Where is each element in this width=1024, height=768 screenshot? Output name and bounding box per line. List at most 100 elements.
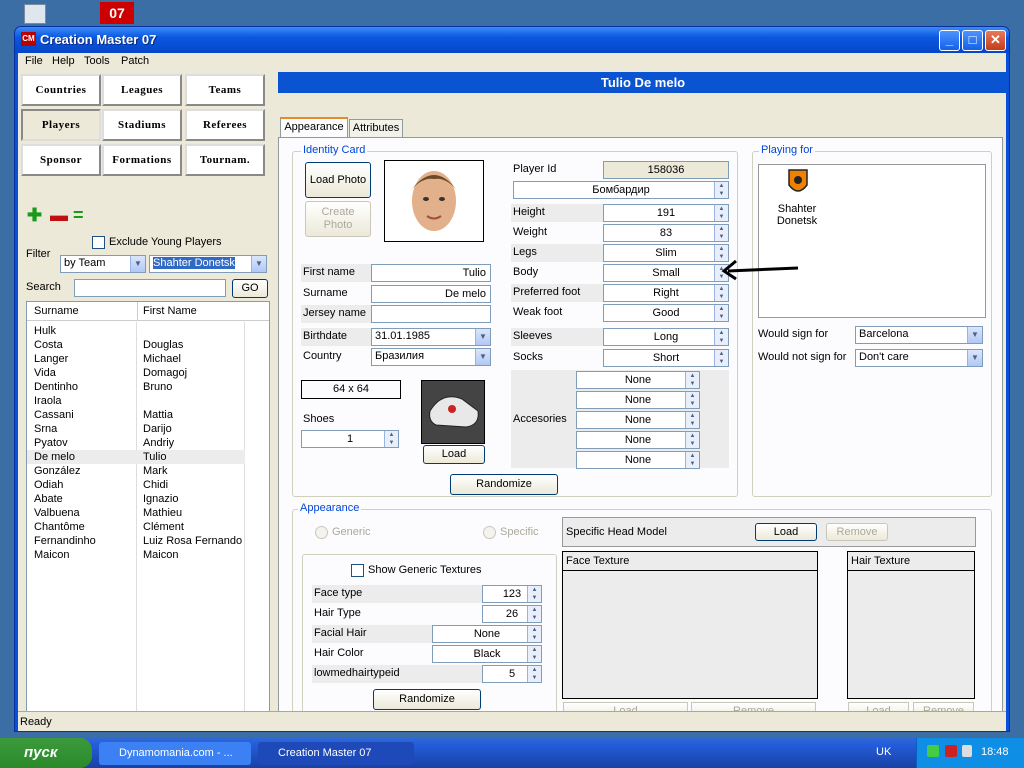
column-first-name[interactable]: First Name [137, 302, 197, 321]
spinner-icon[interactable]: ▲ ▼ [714, 329, 728, 345]
copy-icon[interactable]: = [73, 205, 84, 226]
load-head-button[interactable]: Load [755, 523, 817, 541]
volume-icon[interactable] [962, 745, 972, 757]
club-crest-icon[interactable] [787, 167, 809, 197]
list-item[interactable]: Abate Ignazio [27, 492, 245, 506]
attr-stepper[interactable]: 191 ▲ ▼ [603, 204, 729, 222]
team-select[interactable]: Shahter Donetsk ▼ [149, 255, 267, 273]
spinner-icon[interactable]: ▲ ▼ [685, 412, 699, 428]
spinner-icon[interactable]: ▲ ▼ [714, 305, 728, 321]
filter-type-select[interactable]: by Team ▼ [60, 255, 146, 273]
chevron-down-icon[interactable]: ▼ [475, 329, 490, 345]
nav-teams[interactable]: Teams [185, 74, 265, 106]
club-name[interactable]: Shahter Donetsk [774, 203, 820, 227]
column-surname[interactable]: Surname [34, 302, 79, 321]
chevron-down-icon[interactable]: ▼ [251, 256, 266, 272]
spinner-icon[interactable]: ▲ ▼ [527, 586, 541, 602]
spinner-icon[interactable]: ▲ ▼ [714, 350, 728, 366]
search-input[interactable] [74, 279, 226, 297]
remove-head-button[interactable]: Remove [826, 523, 888, 541]
title-bar[interactable]: CM Creation Master 07 _ □ ✕ [15, 27, 1009, 53]
taskbar-item-browser[interactable]: Dynamomania.com - ... [99, 742, 251, 765]
list-item[interactable]: Iraola [27, 394, 245, 408]
nav-tournaments[interactable]: Tournam. [185, 144, 265, 176]
appearance-stepper[interactable]: 26 ▲ ▼ [482, 605, 542, 623]
start-button[interactable]: пуск [0, 738, 92, 768]
nav-players[interactable]: Players [21, 109, 101, 141]
socks-stepper[interactable]: Short ▲ ▼ [603, 349, 729, 367]
spinner-icon[interactable]: ▲ ▼ [527, 666, 541, 682]
player-list[interactable]: Surname First Name Hulk Costa Douglas Lange… [26, 301, 270, 729]
list-item[interactable]: Vida Domagoj [27, 366, 245, 380]
birthdate-picker[interactable]: 31.01.1985 ▼ [371, 328, 491, 346]
attr-stepper[interactable]: Small ▲ ▼ [603, 264, 729, 282]
appearance-randomize-button[interactable]: Randomize [373, 689, 481, 710]
spinner-icon[interactable]: ▲ ▼ [714, 225, 728, 241]
appearance-stepper[interactable]: Black ▲ ▼ [432, 645, 542, 663]
would-sign-select[interactable]: Barcelona ▼ [855, 326, 983, 344]
spinner-icon[interactable]: ▲ ▼ [685, 452, 699, 468]
menu-patch[interactable]: Patch [121, 55, 149, 67]
would-not-sign-select[interactable]: Don't care ▼ [855, 349, 983, 367]
tab-attributes[interactable]: Attributes [349, 119, 403, 137]
list-item[interactable]: Costa Douglas [27, 338, 245, 352]
generic-radio[interactable] [315, 526, 328, 539]
clock[interactable]: 18:48 [981, 746, 1009, 758]
spinner-icon[interactable]: ▲ ▼ [714, 285, 728, 301]
spinner-icon[interactable]: ▲ ▼ [527, 626, 541, 642]
go-button[interactable]: GO [232, 279, 268, 298]
create-photo-button[interactable]: Create Photo [305, 201, 371, 237]
list-item[interactable]: Cassani Mattia [27, 408, 245, 422]
minimize-button[interactable]: _ [939, 30, 960, 51]
list-item[interactable]: Hulk [27, 324, 245, 338]
list-item[interactable]: Pyatov Andriy [27, 436, 245, 450]
add-icon[interactable]: ✚ [27, 205, 42, 226]
nav-countries[interactable]: Countries [21, 74, 101, 106]
nav-referees[interactable]: Referees [185, 109, 265, 141]
appearance-stepper[interactable]: None ▲ ▼ [432, 625, 542, 643]
specific-radio[interactable] [483, 526, 496, 539]
list-item[interactable]: Chantôme Clément [27, 520, 245, 534]
nav-formations[interactable]: Formations [102, 144, 182, 176]
load-photo-button[interactable]: Load Photo [305, 162, 371, 198]
remove-icon[interactable]: ▬ [50, 205, 68, 226]
shoes-stepper[interactable]: 1 ▲ ▼ [301, 430, 399, 448]
list-item[interactable]: Fernandinho Luiz Rosa Fernando [27, 534, 245, 548]
appearance-stepper[interactable]: 5 ▲ ▼ [482, 665, 542, 683]
app-icon[interactable]: CM [21, 32, 36, 46]
attr-stepper[interactable]: Right ▲ ▼ [603, 284, 729, 302]
list-item[interactable]: Valbuena Mathieu [27, 506, 245, 520]
chevron-down-icon[interactable]: ▼ [475, 349, 490, 365]
spinner-icon[interactable]: ▲ ▼ [714, 205, 728, 221]
sleeves-stepper[interactable]: Long ▲ ▼ [603, 328, 729, 346]
desktop-shortcut-icon[interactable]: 07 [100, 2, 134, 24]
load-shoes-button[interactable]: Load [423, 445, 485, 464]
list-item[interactable]: Langer Michael [27, 352, 245, 366]
maximize-button[interactable]: □ [962, 30, 983, 51]
accessory-stepper[interactable]: None ▲ ▼ [576, 411, 700, 429]
taskbar-item-creation-master[interactable]: Creation Master 07 [258, 742, 414, 765]
close-button[interactable]: ✕ [985, 30, 1006, 51]
tab-appearance[interactable]: Appearance [280, 117, 348, 137]
accessory-stepper[interactable]: None ▲ ▼ [576, 431, 700, 449]
list-item[interactable]: González Mark [27, 464, 245, 478]
accessory-stepper[interactable]: None ▲ ▼ [576, 371, 700, 389]
appearance-stepper[interactable]: 123 ▲ ▼ [482, 585, 542, 603]
list-item[interactable]: Srna Darijo [27, 422, 245, 436]
jersey-name-field[interactable] [371, 305, 491, 323]
attr-stepper[interactable]: 83 ▲ ▼ [603, 224, 729, 242]
show-textures-checkbox[interactable] [351, 564, 364, 577]
antivirus-icon[interactable] [945, 745, 957, 757]
attr-stepper[interactable]: Slim ▲ ▼ [603, 244, 729, 262]
chevron-down-icon[interactable]: ▼ [967, 350, 982, 366]
spinner-icon[interactable]: ▲ ▼ [384, 431, 398, 447]
randomize-button[interactable]: Randomize [450, 474, 558, 495]
desktop-icon[interactable] [24, 4, 46, 24]
menu-help[interactable]: Help [52, 55, 75, 67]
chevron-down-icon[interactable]: ▼ [130, 256, 145, 272]
nav-sponsor[interactable]: Sponsor [21, 144, 101, 176]
list-item[interactable]: Maicon Maicon [27, 548, 245, 562]
spinner-icon[interactable]: ▲ ▼ [527, 606, 541, 622]
network-icon[interactable] [927, 745, 939, 757]
country-select[interactable]: Бразилия ▼ [371, 348, 491, 366]
